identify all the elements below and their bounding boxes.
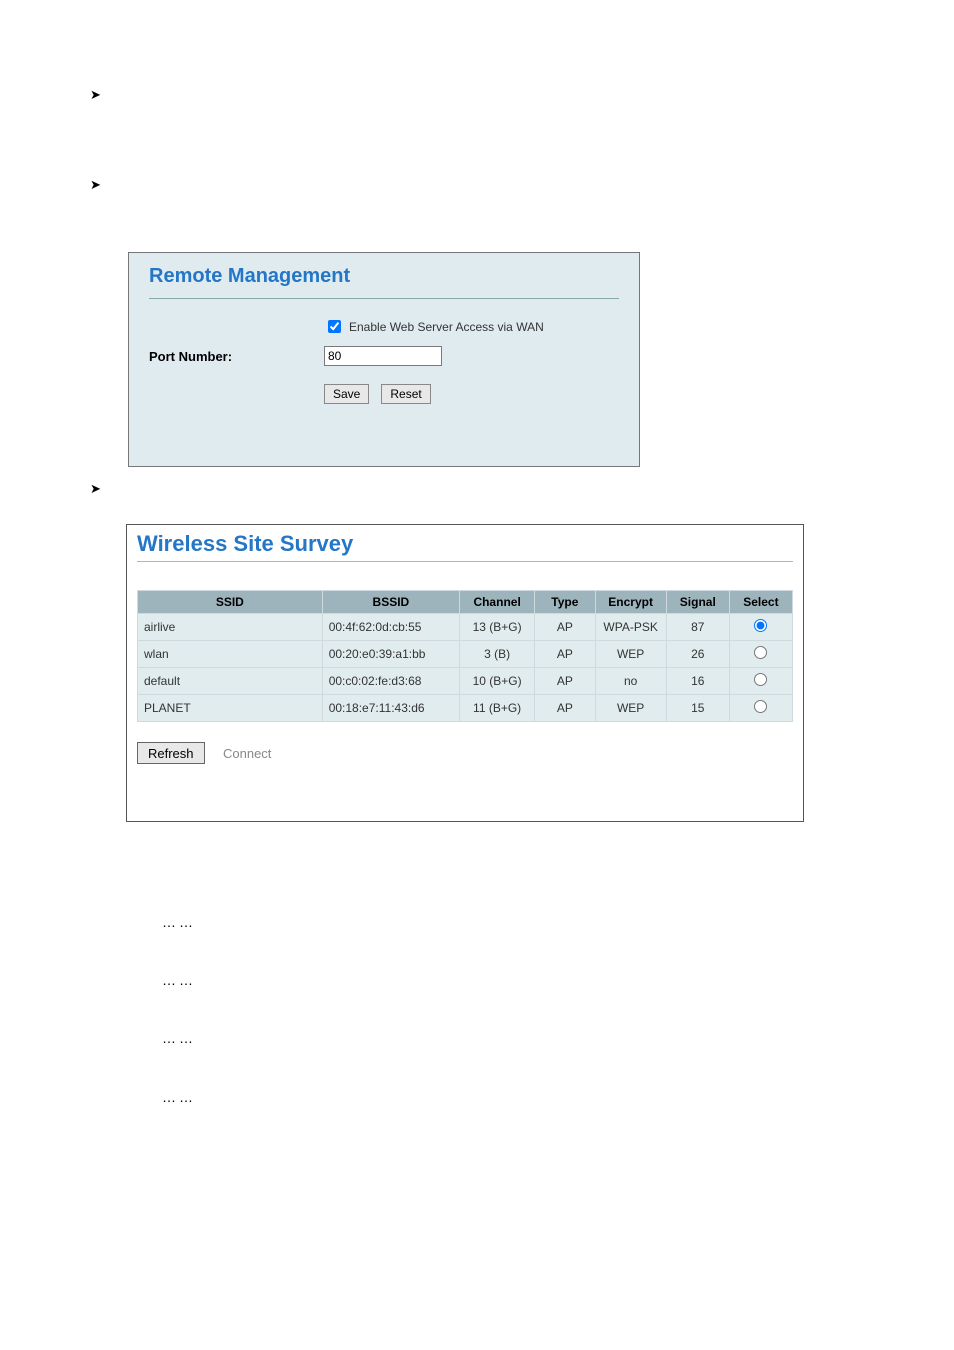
cell-signal: 87 bbox=[666, 614, 729, 641]
cell-ssid: wlan bbox=[138, 641, 323, 668]
col-bssid: BSSID bbox=[322, 591, 459, 614]
enable-wan-label: Enable Web Server Access via WAN bbox=[349, 320, 544, 334]
bullet-item: ➤ bbox=[90, 481, 106, 497]
bullet-item: ➤ bbox=[90, 177, 106, 193]
select-radio[interactable] bbox=[754, 700, 767, 713]
connect-button-disabled: Connect bbox=[223, 746, 271, 761]
ellipsis: …… bbox=[162, 914, 196, 930]
refresh-button[interactable]: Refresh bbox=[137, 742, 205, 764]
select-radio[interactable] bbox=[754, 619, 767, 632]
col-signal: Signal bbox=[666, 591, 729, 614]
cell-encrypt: WEP bbox=[595, 695, 666, 722]
separator bbox=[149, 298, 619, 299]
cell-type: AP bbox=[535, 641, 595, 668]
cell-type: AP bbox=[535, 614, 595, 641]
cell-bssid: 00:4f:62:0d:cb:55 bbox=[322, 614, 459, 641]
cell-ssid: PLANET bbox=[138, 695, 323, 722]
col-select: Select bbox=[729, 591, 792, 614]
cell-signal: 16 bbox=[666, 668, 729, 695]
cell-type: AP bbox=[535, 668, 595, 695]
cell-ssid: airlive bbox=[138, 614, 323, 641]
panel-title: Remote Management bbox=[149, 265, 619, 288]
cell-channel: 13 (B+G) bbox=[460, 614, 535, 641]
ellipsis: …… bbox=[162, 1030, 196, 1046]
cell-type: AP bbox=[535, 695, 595, 722]
cell-ssid: default bbox=[138, 668, 323, 695]
cell-bssid: 00:c0:02:fe:d3:68 bbox=[322, 668, 459, 695]
save-button[interactable]: Save bbox=[324, 384, 369, 404]
bullet-item: ➤ bbox=[90, 87, 106, 103]
cell-channel: 11 (B+G) bbox=[460, 695, 535, 722]
table-row: airlive 00:4f:62:0d:cb:55 13 (B+G) AP WP… bbox=[138, 614, 793, 641]
port-number-label: Port Number: bbox=[149, 349, 324, 364]
ellipsis: …… bbox=[162, 1089, 196, 1105]
chevron-right-icon: ➤ bbox=[90, 87, 106, 103]
cell-select bbox=[729, 668, 792, 695]
cell-channel: 3 (B) bbox=[460, 641, 535, 668]
cell-bssid: 00:18:e7:11:43:d6 bbox=[322, 695, 459, 722]
table-row: PLANET 00:18:e7:11:43:d6 11 (B+G) AP WEP… bbox=[138, 695, 793, 722]
col-ssid: SSID bbox=[138, 591, 323, 614]
cell-encrypt: WPA-PSK bbox=[595, 614, 666, 641]
table-row: wlan 00:20:e0:39:a1:bb 3 (B) AP WEP 26 bbox=[138, 641, 793, 668]
chevron-right-icon: ➤ bbox=[90, 177, 106, 193]
cell-select bbox=[729, 641, 792, 668]
remote-management-panel: Remote Management Enable Web Server Acce… bbox=[128, 252, 640, 467]
port-number-input[interactable] bbox=[324, 346, 442, 366]
cell-signal: 15 bbox=[666, 695, 729, 722]
table-header-row: SSID BSSID Channel Type Encrypt Signal S… bbox=[138, 591, 793, 614]
cell-encrypt: no bbox=[595, 668, 666, 695]
select-radio[interactable] bbox=[754, 673, 767, 686]
panel-title: Wireless Site Survey bbox=[137, 531, 793, 557]
cell-channel: 10 (B+G) bbox=[460, 668, 535, 695]
chevron-right-icon: ➤ bbox=[90, 481, 106, 497]
col-channel: Channel bbox=[460, 591, 535, 614]
enable-wan-checkbox[interactable] bbox=[328, 320, 341, 333]
wireless-site-survey-panel: Wireless Site Survey SSID BSSID Channel … bbox=[126, 524, 804, 822]
cell-bssid: 00:20:e0:39:a1:bb bbox=[322, 641, 459, 668]
table-row: default 00:c0:02:fe:d3:68 10 (B+G) AP no… bbox=[138, 668, 793, 695]
cell-select bbox=[729, 695, 792, 722]
reset-button[interactable]: Reset bbox=[381, 384, 430, 404]
ellipsis: …… bbox=[162, 972, 196, 988]
col-type: Type bbox=[535, 591, 595, 614]
cell-signal: 26 bbox=[666, 641, 729, 668]
separator bbox=[137, 561, 793, 562]
cell-encrypt: WEP bbox=[595, 641, 666, 668]
col-encrypt: Encrypt bbox=[595, 591, 666, 614]
select-radio[interactable] bbox=[754, 646, 767, 659]
survey-table: SSID BSSID Channel Type Encrypt Signal S… bbox=[137, 590, 793, 722]
cell-select bbox=[729, 614, 792, 641]
